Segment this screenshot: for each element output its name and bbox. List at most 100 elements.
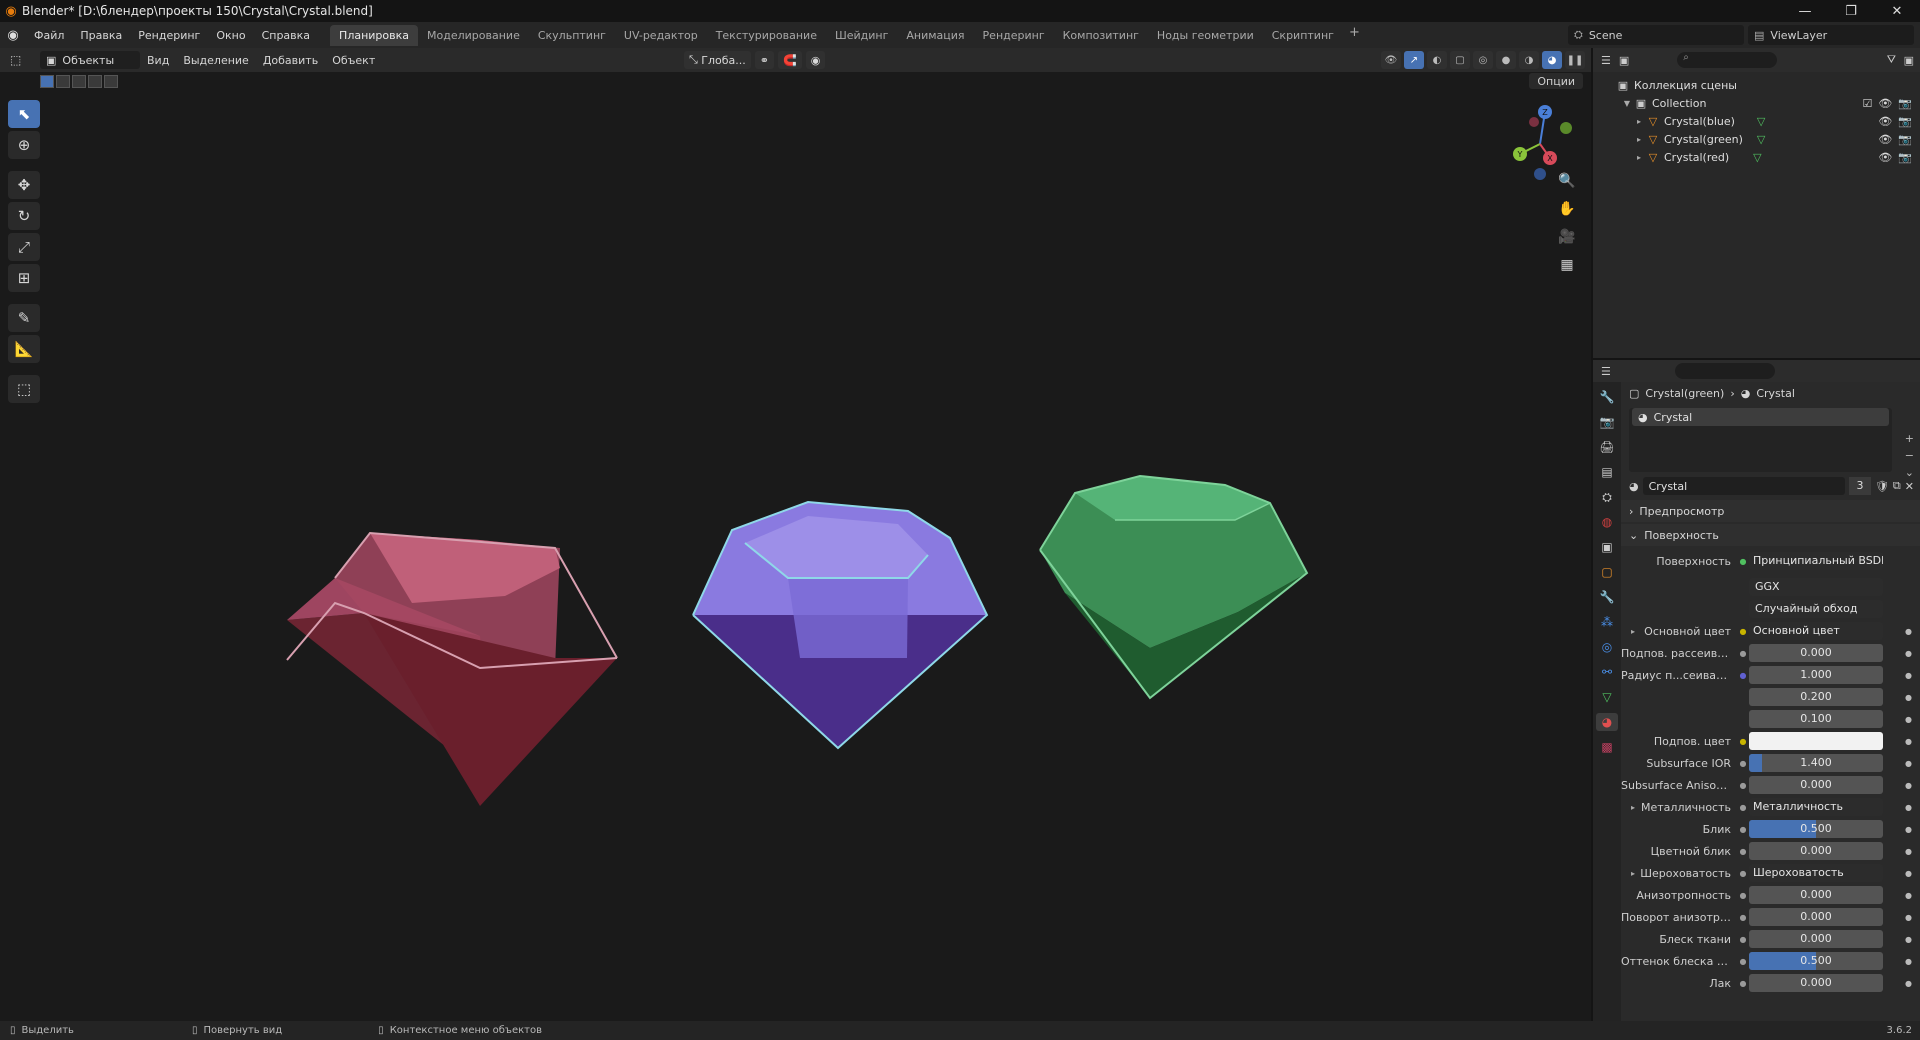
tab-scripting[interactable]: Скриптинг <box>1263 25 1343 46</box>
outliner-scene-collection[interactable]: ▣ Коллекция сцены <box>1593 76 1920 94</box>
keyframe-dot-icon[interactable]: ● <box>1905 803 1912 812</box>
pan-hand-icon[interactable]: ✋ <box>1555 199 1579 219</box>
gizmo-neg-z[interactable] <box>1534 168 1546 180</box>
tab-shading[interactable]: Шейдинг <box>826 25 897 46</box>
outliner-item[interactable]: ▸ ▽ Crystal(blue) ▽ 👁 📷 <box>1593 112 1920 130</box>
preview-panel-header[interactable]: › Предпросмотр <box>1621 500 1920 522</box>
editor-type-icon[interactable]: ⬚ <box>10 53 21 67</box>
keyframe-dot-icon[interactable]: ● <box>1905 979 1912 988</box>
socket-dot-icon[interactable]: ● <box>1737 781 1749 790</box>
camera-icon[interactable]: 📷 <box>1898 115 1912 128</box>
keyframe-dot-icon[interactable]: ● <box>1905 781 1912 790</box>
annotate-tool-icon[interactable]: ✎ <box>8 304 40 332</box>
tab-sculpting[interactable]: Скульптинг <box>529 25 615 46</box>
shading-rendered-button[interactable]: ◕ <box>1542 51 1562 69</box>
keyframe-dot-icon[interactable]: ● <box>1905 847 1912 856</box>
color-swatch[interactable] <box>1749 732 1883 750</box>
constraints-tab-icon[interactable]: ⚯ <box>1596 663 1618 681</box>
eye-icon[interactable]: 👁 <box>1878 151 1892 164</box>
camera-view-icon[interactable]: 🎥 <box>1555 227 1579 247</box>
number-field[interactable]: 0.000 <box>1749 644 1883 662</box>
tab-modeling[interactable]: Моделирование <box>418 25 529 46</box>
proportional-edit-toggle[interactable]: ◉ <box>805 51 826 69</box>
number-field[interactable]: 1.400 <box>1749 754 1883 772</box>
select-intersect-button[interactable] <box>104 74 118 88</box>
socket-dot-icon[interactable]: ● <box>1737 957 1749 966</box>
zoom-icon[interactable]: 🔍 <box>1555 171 1579 191</box>
world-tab-icon[interactable]: ◍ <box>1596 513 1618 531</box>
material-user-count[interactable]: 3 <box>1848 477 1871 495</box>
menu-render[interactable]: Рендеринг <box>130 29 208 42</box>
material-name-field[interactable]: Crystal <box>1642 477 1845 495</box>
crystal-green[interactable] <box>1039 474 1309 700</box>
minimize-button[interactable]: — <box>1782 0 1828 22</box>
number-field[interactable]: 1.000 <box>1749 666 1883 684</box>
menu-file[interactable]: Файл <box>26 29 72 42</box>
measure-tool-icon[interactable]: 📐 <box>8 335 40 363</box>
collapse-icon[interactable]: ▼ <box>1621 99 1633 108</box>
socket-dot-icon[interactable]: ● <box>1737 671 1749 680</box>
3d-viewport[interactable]: ⬚ ▣ Объекты Вид Выделение Добавить Объек… <box>0 48 1591 1021</box>
new-collection-icon[interactable]: ▣ <box>1904 54 1914 67</box>
tab-layout[interactable]: Планировка <box>330 24 419 46</box>
transform-orientation-dropdown[interactable]: ⤡ Глоба... <box>684 51 751 69</box>
number-field[interactable]: 0.000 <box>1749 930 1883 948</box>
mesh-data-icon[interactable]: ▽ <box>1757 115 1765 128</box>
properties-search-input[interactable] <box>1674 363 1775 379</box>
keyframe-dot-icon[interactable]: ● <box>1905 759 1912 768</box>
crystal-blue[interactable] <box>692 500 989 750</box>
expand-icon[interactable]: ▸ <box>1633 117 1645 126</box>
select-subtract-button[interactable] <box>72 74 86 88</box>
keyframe-dot-icon[interactable]: ● <box>1905 935 1912 944</box>
gizmo-toggle[interactable]: ↗ <box>1404 51 1424 69</box>
linked-input-field[interactable]: Металличность <box>1749 798 1883 816</box>
eye-icon[interactable]: 👁 <box>1878 97 1892 110</box>
socket-dot-icon[interactable]: ● <box>1737 825 1749 834</box>
keyframe-dot-icon[interactable]: ● <box>1905 913 1912 922</box>
options-dropdown[interactable]: Опции <box>1529 73 1583 89</box>
outliner-item[interactable]: ▸ ▽ Crystal(red) ▽ 👁 📷 <box>1593 148 1920 166</box>
socket-dot-icon[interactable]: ● <box>1737 737 1749 746</box>
outliner-editor-icon[interactable]: ☰ <box>1601 54 1611 67</box>
gizmo-neg-y[interactable] <box>1560 122 1572 134</box>
tab-geometry-nodes[interactable]: Ноды геометрии <box>1148 25 1263 46</box>
outliner-search-input[interactable]: ⌕ <box>1677 52 1778 68</box>
keyframe-dot-icon[interactable]: ● <box>1905 715 1912 724</box>
maximize-button[interactable]: ❐ <box>1828 0 1874 22</box>
gizmo-neg-x[interactable] <box>1529 117 1539 127</box>
keyframe-dot-icon[interactable]: ● <box>1905 825 1912 834</box>
pause-render-button[interactable]: ❚❚ <box>1565 51 1585 69</box>
add-slot-button[interactable]: + <box>1905 432 1914 445</box>
keyframe-dot-icon[interactable]: ● <box>1905 957 1912 966</box>
distribution-dropdown[interactable]: GGX <box>1749 578 1883 596</box>
tool-tab-icon[interactable]: 🔧 <box>1596 388 1618 406</box>
crystal-red[interactable] <box>286 531 618 806</box>
socket-dot-icon[interactable]: ● <box>1737 979 1749 988</box>
viewport-menu-select[interactable]: Выделение <box>176 54 256 67</box>
select-box-tool-icon[interactable]: ⬉ <box>8 100 40 128</box>
menu-edit[interactable]: Правка <box>72 29 130 42</box>
menu-help[interactable]: Справка <box>254 29 318 42</box>
browse-material-icon[interactable]: ◕ <box>1629 480 1639 493</box>
navigation-gizmo[interactable]: Z Y X <box>1500 100 1580 180</box>
transform-tool-icon[interactable]: ⊞ <box>8 264 40 292</box>
surface-shader-field[interactable]: Принципиальный BSDF <box>1749 552 1883 570</box>
keyframe-dot-icon[interactable]: ● <box>1905 869 1912 878</box>
expand-icon[interactable]: ▸ <box>1633 135 1645 144</box>
socket-dot-icon[interactable]: ● <box>1737 649 1749 658</box>
mesh-data-icon[interactable]: ▽ <box>1753 151 1761 164</box>
unlink-material-icon[interactable]: ✕ <box>1905 480 1914 493</box>
output-tab-icon[interactable]: 🖨 <box>1596 438 1618 456</box>
render-tab-icon[interactable]: 📷 <box>1596 413 1618 431</box>
number-field[interactable]: 0.000 <box>1749 842 1883 860</box>
scene-tab-icon[interactable]: ⛭ <box>1596 488 1618 506</box>
scene-selector[interactable]: ⛭ Scene <box>1568 25 1744 45</box>
number-field[interactable]: 0.000 <box>1749 776 1883 794</box>
tab-uv-editing[interactable]: UV-редактор <box>615 25 707 46</box>
number-field[interactable]: 0.000 <box>1749 886 1883 904</box>
linked-input-field[interactable]: Шероховатость <box>1749 864 1883 882</box>
socket-dot-icon[interactable]: ● <box>1737 869 1749 878</box>
number-field[interactable]: 0.100 <box>1749 710 1883 728</box>
overlay-toggle[interactable]: ◐ <box>1427 51 1447 69</box>
perspective-grid-icon[interactable]: ▦ <box>1555 255 1579 275</box>
